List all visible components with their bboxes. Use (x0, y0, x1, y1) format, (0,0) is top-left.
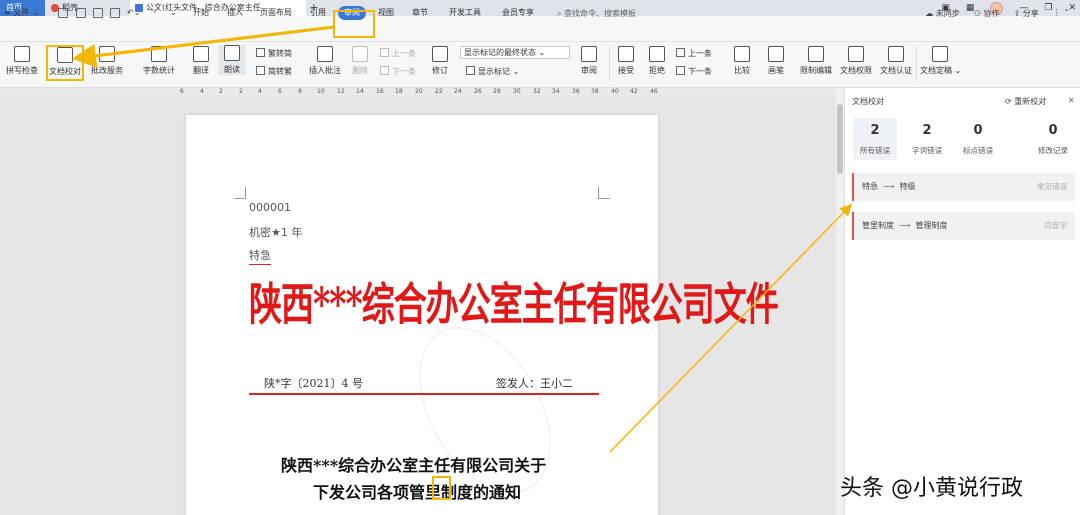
watermark-credit: 头条 @小黄说行政 (840, 476, 1023, 501)
arrow-to-proofread (72, 25, 335, 68)
arrow-to-panel (609, 203, 853, 453)
annotation-arrows (72, 25, 853, 453)
